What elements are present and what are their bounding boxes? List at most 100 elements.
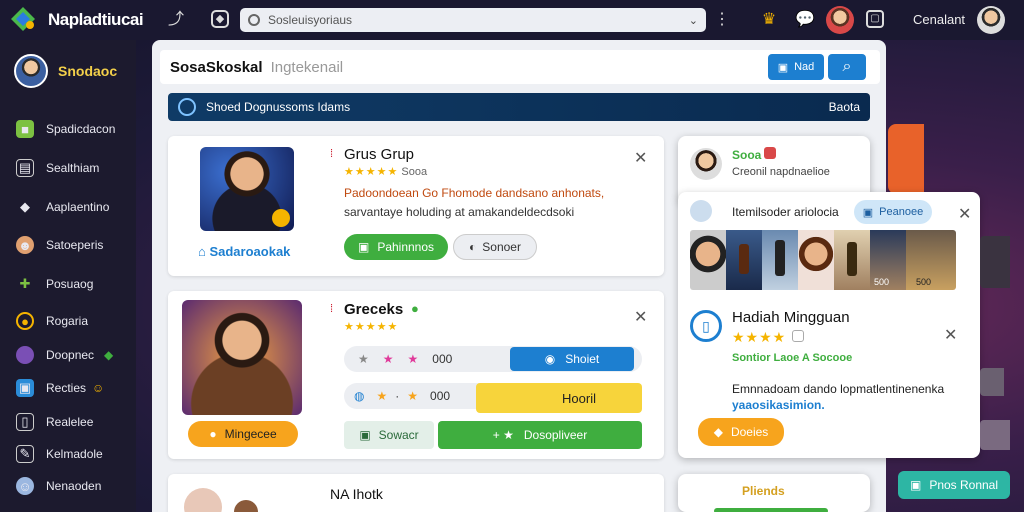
gift-icon: ◆ bbox=[713, 425, 723, 439]
page-header: SosaSkoskal Ingtekenail ▣ Nad ⌕ bbox=[160, 50, 880, 84]
window-icon[interactable]: ▢ bbox=[866, 10, 884, 28]
cube-icon: ■ bbox=[16, 120, 34, 138]
sidebar-item-6[interactable]: Doopnec ◆ bbox=[16, 346, 113, 364]
plus-star-icon: + ★ bbox=[492, 428, 514, 442]
peanoee-chip[interactable]: ▣ Peanoee bbox=[854, 200, 932, 224]
sidebar-item-0[interactable]: ■ Spadicdacon bbox=[16, 120, 115, 138]
doc-icon: ▯ bbox=[16, 413, 34, 431]
lock-icon: ▣ bbox=[862, 206, 874, 219]
tag-icon[interactable]: ◆ bbox=[211, 10, 229, 28]
app-logo-icon bbox=[11, 7, 35, 31]
search-button[interactable]: ⌕ bbox=[828, 54, 866, 80]
pin-icon: ⁞ bbox=[330, 148, 334, 160]
mingecee-button[interactable]: ● Mingecee bbox=[188, 421, 298, 447]
search-icon bbox=[248, 14, 260, 26]
close-icon[interactable]: ✕ bbox=[944, 325, 957, 345]
profile-name: Sooa bbox=[732, 148, 762, 162]
app-title: Napladtiucai bbox=[48, 10, 144, 29]
search-text: Sosleuisyoriaus bbox=[268, 13, 353, 27]
character-portrait bbox=[182, 300, 302, 415]
menu-dots-icon[interactable]: ⋮ bbox=[712, 10, 732, 30]
dosopliveer-button[interactable]: + ★ Dosopliveer bbox=[438, 421, 642, 449]
search-bar[interactable]: Sosleuisyoriaus ⌄ bbox=[240, 8, 706, 32]
side-tab[interactable] bbox=[888, 124, 924, 194]
card-description-1: Padoondoean Go Fhomode dandsano anhonats… bbox=[344, 186, 605, 200]
star-icon: ★ bbox=[376, 389, 388, 403]
thumbnail[interactable] bbox=[690, 230, 726, 290]
check-icon: ▣ bbox=[357, 240, 370, 254]
avatar-icon: ☺ bbox=[16, 477, 34, 495]
notification-avatar[interactable] bbox=[826, 6, 854, 34]
coin-icon bbox=[272, 209, 290, 227]
trophy-icon[interactable]: ♛ bbox=[759, 10, 779, 30]
reward-title: Hadiah Mingguan bbox=[732, 309, 850, 326]
thumbnail[interactable] bbox=[798, 230, 834, 290]
na-card[interactable]: NA Ihotk bbox=[168, 474, 664, 512]
flag-icon: ◆ bbox=[104, 348, 114, 362]
sidebar-item-3[interactable]: ☻ Satoeperis bbox=[16, 236, 103, 254]
close-icon[interactable]: ✕ bbox=[634, 307, 647, 327]
info-icon bbox=[178, 98, 196, 116]
thumbnail[interactable] bbox=[726, 230, 762, 290]
primary-button[interactable]: ▣ Pahinnnos bbox=[344, 234, 448, 260]
box-icon: ▣ bbox=[359, 428, 371, 442]
close-icon[interactable]: ✕ bbox=[958, 204, 971, 224]
profile-name: Snodaoc bbox=[58, 63, 118, 79]
banner-action[interactable]: Baota bbox=[829, 100, 860, 114]
info-banner[interactable]: Shoed Dognussoms Idams Baota bbox=[168, 93, 870, 121]
page-subtitle: Ingtekenail bbox=[270, 58, 344, 76]
pin-icon: ⁞ bbox=[330, 303, 334, 315]
sidebar-item-4[interactable]: ✚ Posuaog bbox=[16, 275, 94, 293]
sidebar-item-1[interactable]: ▤ Sealthiam bbox=[16, 159, 99, 177]
reward-stars: ★★★★ bbox=[732, 329, 787, 345]
sidebar: Snodaoc ■ Spadicdacon ▤ Sealthiam ◆ Aaplaen… bbox=[0, 40, 136, 512]
shoiet-button[interactable]: ◉ Shoiet bbox=[510, 347, 634, 371]
page-title: SosaSkoskal bbox=[170, 58, 263, 76]
compass-icon: ◉ bbox=[544, 352, 556, 366]
user-name: Cenalant bbox=[913, 12, 966, 27]
search-icon: ⌕ bbox=[842, 58, 852, 75]
card-title: Greceks bbox=[344, 301, 404, 318]
note-icon: ✎ bbox=[16, 445, 34, 463]
thumbnail[interactable]: 500 bbox=[906, 230, 956, 290]
sidebar-item-9[interactable]: ✎ Kelmadole bbox=[16, 445, 103, 463]
diamond-icon: ◆ bbox=[20, 199, 30, 214]
sidebar-item-10[interactable]: ☺ Nenaoden bbox=[16, 477, 101, 495]
group-card[interactable]: ⌂ Sadaroaokak ⁞ Grus Grup ★★★★★ Sooa Pad… bbox=[168, 136, 664, 276]
chat-icon[interactable]: 💬 bbox=[795, 10, 815, 30]
stat-value: 000 bbox=[432, 352, 453, 366]
rating-stars: ★★★★★ bbox=[344, 166, 399, 178]
thumbnail[interactable] bbox=[762, 230, 798, 290]
reward-description: Emnnadoam dando lopmatlentinenenka bbox=[732, 382, 945, 396]
thumbnail-strip: 500 500 bbox=[690, 230, 956, 290]
friends-label: Pliends bbox=[742, 484, 785, 498]
thumbnail[interactable] bbox=[834, 230, 870, 290]
chevron-down-icon[interactable]: ⌄ bbox=[689, 14, 698, 27]
reward-description-2: yaaosikasimion. bbox=[732, 398, 825, 412]
thumbnail[interactable]: 500 bbox=[870, 230, 906, 290]
stat-value: 000 bbox=[430, 389, 451, 403]
floating-action-button[interactable]: ▣ Pnos Ronnal bbox=[898, 471, 1010, 499]
sidebar-item-8[interactable]: ▯ Realelee bbox=[16, 413, 93, 431]
secondary-button[interactable]: ◐ Sonoer bbox=[453, 234, 537, 260]
sidebar-item-2[interactable]: ◆ Aaplaentino bbox=[16, 198, 109, 216]
popup-title: Itemilsoder ariolocia bbox=[732, 205, 839, 219]
sidebar-item-5[interactable]: ● Rogaria bbox=[16, 312, 88, 330]
greceks-card[interactable]: ● Mingecee ⁞ Greceks ● ★★★★★ ★ ★ ★ 000 ◉ S… bbox=[168, 291, 664, 459]
share-icon[interactable]: ⤴ bbox=[166, 10, 186, 30]
rating-text: Sooa bbox=[401, 166, 428, 178]
hooril-button[interactable]: Hooril bbox=[476, 383, 642, 413]
card-title: NA Ihotk bbox=[330, 486, 383, 502]
avatar bbox=[690, 148, 722, 180]
claim-button[interactable]: ◆ Doeies bbox=[698, 418, 784, 446]
rating-stars: ★★★★★ bbox=[344, 321, 399, 333]
user-avatar[interactable] bbox=[977, 6, 1005, 34]
close-icon[interactable]: ✕ bbox=[634, 148, 647, 168]
sidebar-item-7[interactable]: ▣ Recties ☺ bbox=[16, 379, 104, 397]
new-button[interactable]: ▣ Nad bbox=[768, 54, 824, 80]
card-description-2: sarvantaye holuding at amakandeldecdsoki bbox=[344, 205, 575, 219]
sowacr-button[interactable]: ▣ Sowacr bbox=[344, 421, 434, 449]
profile-sub: Creonil napdnaelioe bbox=[732, 166, 830, 178]
friends-card[interactable]: Pliends bbox=[678, 474, 870, 512]
sidebar-profile[interactable]: Snodaoc bbox=[14, 54, 117, 88]
